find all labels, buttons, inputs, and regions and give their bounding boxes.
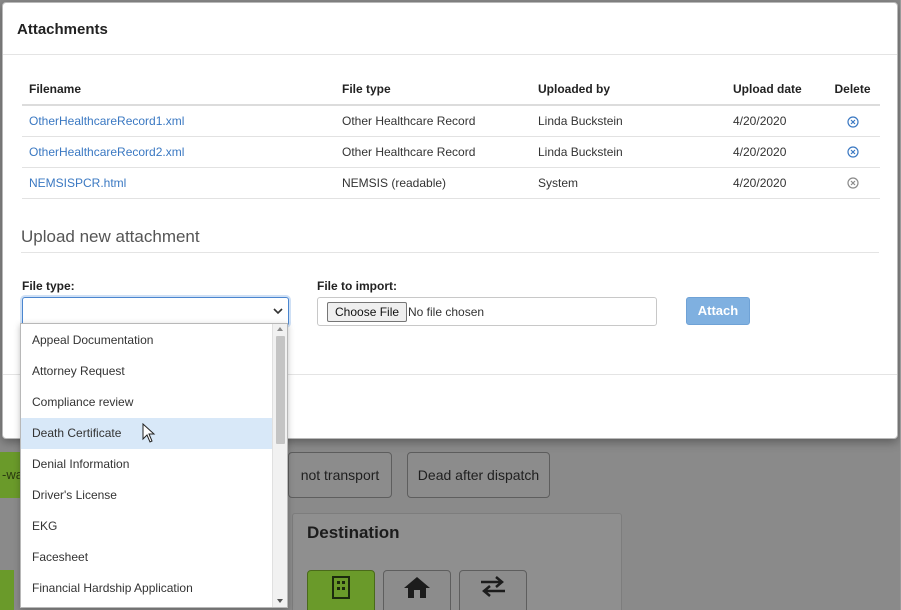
file-type-cell: Other Healthcare Record [335,105,531,137]
uploaded-by-cell: System [531,167,726,199]
attach-button[interactable]: Attach [686,296,750,325]
file-type-cell: NEMSIS (readable) [335,167,531,199]
table-row: OtherHealthcareRecord2.xml Other Healthc… [22,136,880,168]
dropdown-scrollbar[interactable] [272,324,287,607]
file-type-dropdown-list[interactable]: Appeal Documentation Attorney Request Co… [20,323,288,608]
uploaded-by-header: Uploaded by [531,79,726,106]
background-facility-button [307,570,375,610]
file-type-header: File type [335,79,531,106]
home-icon [404,577,430,598]
table-header-row: Filename File type Uploaded by Upload da… [22,79,880,106]
dropdown-option[interactable]: Denial Information [21,449,272,480]
file-import-label: File to import: [317,278,397,293]
delete-circle-x-icon[interactable] [846,115,859,128]
modal-title: Attachments [17,21,108,38]
background-dead-after-dispatch-button: Dead after dispatch [407,452,550,498]
attachments-table: Filename File type Uploaded by Upload da… [22,79,880,199]
dropdown-option[interactable]: Attorney Request [21,356,272,387]
building-icon [332,576,350,599]
scroll-down-arrow-icon[interactable] [277,599,283,603]
choose-file-button[interactable]: Choose File [327,301,408,322]
file-link[interactable]: OtherHealthcareRecord1.xml [29,114,184,128]
filename-header: Filename [22,79,335,106]
file-type-select[interactable] [22,296,289,326]
table-row: OtherHealthcareRecord1.xml Other Healthc… [22,105,880,137]
upload-date-cell: 4/20/2020 [726,167,826,199]
dropdown-option[interactable]: Financial Hardship Application [21,573,272,604]
dropdown-option[interactable]: Facesheet [21,542,272,573]
delete-circle-x-icon[interactable] [846,146,859,158]
modal-body: Filename File type Uploaded by Upload da… [3,79,897,349]
upload-section-title: Upload new attachment [21,227,879,253]
background-destination-panel: Destination [292,513,622,610]
dropdown-option[interactable]: EKG [21,511,272,542]
file-type-label: File type: [22,278,75,293]
file-link[interactable]: NEMSISPCR.html [29,176,126,190]
background-not-transport-button: not transport [288,452,392,498]
chevron-down-icon [273,307,283,314]
file-type-cell: Other Healthcare Record [335,136,531,168]
dropdown-option[interactable]: Driver's License [21,480,272,511]
upload-date-cell: 4/20/2020 [726,136,826,168]
modal-header: Attachments [3,3,897,55]
transfer-arrows-icon [481,576,505,597]
mouse-pointer-icon [142,423,156,443]
background-green-strip [0,570,14,610]
background-residence-button [383,570,451,610]
scroll-up-arrow-icon[interactable] [277,327,283,331]
delete-disabled-circle-x-icon [846,177,859,189]
background-transfer-button [459,570,527,610]
scrollbar-thumb[interactable] [276,336,285,444]
delete-header: Delete [826,79,880,106]
background-destination-title: Destination [307,523,400,542]
dropdown-option[interactable]: Appeal Documentation [21,325,272,356]
table-row: NEMSISPCR.html NEMSIS (readable) System … [22,167,880,199]
no-file-chosen-text: No file chosen [408,304,485,319]
file-import-input[interactable]: Choose File No file chosen [317,296,657,326]
uploaded-by-cell: Linda Buckstein [531,105,726,137]
dropdown-option[interactable]: Compliance review [21,387,272,418]
file-link[interactable]: OtherHealthcareRecord2.xml [29,145,184,159]
uploaded-by-cell: Linda Buckstein [531,136,726,168]
upload-date-header: Upload date [726,79,826,106]
upload-date-cell: 4/20/2020 [726,105,826,137]
